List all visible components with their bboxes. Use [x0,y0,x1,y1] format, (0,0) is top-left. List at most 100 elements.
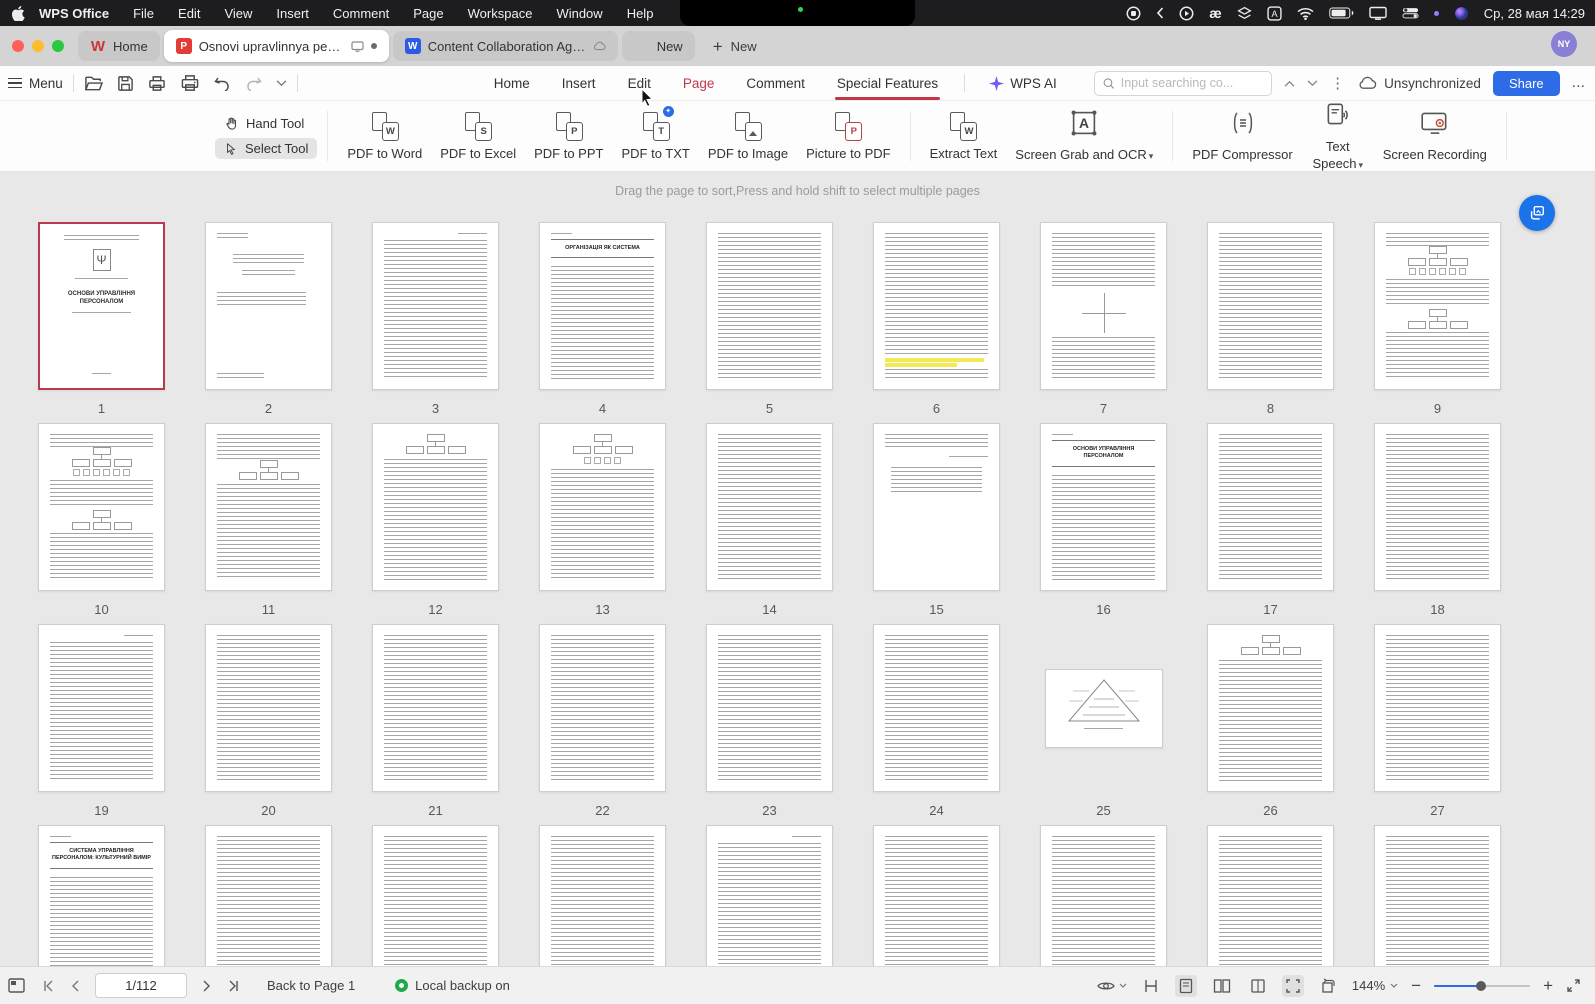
toolbar-tab-comment[interactable]: Comment [730,68,821,99]
page-thumbnail-27[interactable] [1374,624,1501,792]
document-tab-1[interactable]: P Osnovi upravlinnya perso [163,30,389,62]
menubar-item-wps-office[interactable]: WPS Office [39,6,109,21]
text-speech-button[interactable]: Text Speech ▾ [1302,100,1374,172]
menu-button[interactable]: Menu [8,76,63,91]
search-prev-icon[interactable] [1284,80,1295,87]
zoom-window-button[interactable] [52,40,64,52]
menubar-item-workspace[interactable]: Workspace [468,6,533,21]
save-icon[interactable] [117,75,134,92]
page-thumbnail-19[interactable] [38,624,165,792]
menubar-item-edit[interactable]: Edit [178,6,200,21]
menubar-item-page[interactable]: Page [413,6,443,21]
pdf-to-excel-button[interactable]: S PDF to Excel [431,110,525,162]
page-indicator-input[interactable] [95,973,187,998]
page-thumbnail-10[interactable] [38,423,165,591]
page-thumbnail-11[interactable] [205,423,332,591]
redo-icon[interactable] [245,76,262,91]
page-thumbnail[interactable]: СИСТЕМА УПРАВЛІННЯ ПЕРСОНАЛОМ: КУЛЬТУРНИ… [38,825,165,966]
sync-status[interactable]: Unsynchronized [1358,76,1481,91]
menubar-item-help[interactable]: Help [627,6,654,21]
print-preview-icon[interactable] [180,74,200,92]
page-thumbnail[interactable] [1207,825,1334,966]
toolbar-more-icon[interactable]: ... [1572,74,1585,92]
page-thumbnail-8[interactable] [1207,222,1334,390]
battery-icon[interactable] [1329,7,1354,19]
page-thumbnail-18[interactable] [1374,423,1501,591]
fit-page-icon[interactable] [1281,974,1304,997]
page-thumbnail-21[interactable] [372,624,499,792]
search-input[interactable] [1120,76,1264,90]
print-icon[interactable] [148,75,166,92]
page-thumbnail[interactable] [205,825,332,966]
menubar-item-comment[interactable]: Comment [333,6,389,21]
page-thumbnail-7[interactable] [1040,222,1167,390]
page-thumbnail-4[interactable]: ОРГАНІЗАЦІЯ ЯК СИСТЕМА [539,222,666,390]
screen-record-indicator-icon[interactable] [1126,6,1141,21]
page-thumbnail[interactable] [706,825,833,966]
page-thumbnail-15[interactable] [873,423,1000,591]
screen-recording-button[interactable]: Screen Recording [1374,108,1496,163]
page-thumbnail[interactable] [372,825,499,966]
zoom-level-dropdown[interactable]: 144% [1352,978,1398,993]
play-circle-icon[interactable] [1179,6,1194,21]
display-mirroring-icon[interactable] [1369,6,1387,20]
page-thumbnail-2[interactable] [205,222,332,390]
hand-tool-button[interactable]: Hand Tool [215,113,317,134]
search-next-icon[interactable] [1307,79,1318,87]
input-source-a-icon[interactable]: A [1267,5,1282,21]
page-thumbnail-16[interactable]: ОСНОВИ УПРАВЛІННЯ ПЕРСОНАЛОМ [1040,423,1167,591]
page-thumbnail-9[interactable] [1374,222,1501,390]
menubar-clock[interactable]: Ср, 28 мая 14:29 [1484,6,1585,21]
assistant-orb-icon[interactable] [1454,6,1469,21]
apple-menu-icon[interactable] [12,5,25,21]
page-thumbnail-22[interactable] [539,624,666,792]
document-tab-0[interactable]: W Home [78,31,160,61]
more-commands-icon[interactable] [276,79,287,87]
avatar[interactable]: NY [1551,31,1577,57]
page-thumbnail-24[interactable] [873,624,1000,792]
menubar-item-insert[interactable]: Insert [276,6,309,21]
open-file-icon[interactable] [84,75,103,92]
picture-to-pdf-button[interactable]: P Picture to PDF [797,110,900,162]
undo-icon[interactable] [214,76,231,91]
pdf-to-word-button[interactable]: W PDF to Word [338,110,431,162]
page-thumbnail-26[interactable] [1207,624,1334,792]
select-tool-button[interactable]: Select Tool [215,138,318,159]
wifi-icon[interactable] [1297,7,1314,20]
document-tab-2[interactable]: W Content Collaboration Agreem [392,31,618,61]
page-thumbnail[interactable] [873,825,1000,966]
close-window-button[interactable] [12,40,24,52]
menubar-item-window[interactable]: Window [556,6,602,21]
chevron-left-icon[interactable] [1156,7,1164,19]
extract-text-button[interactable]: W Extract Text [921,110,1007,162]
zoom-out-button[interactable]: − [1411,977,1421,994]
pdf-to-txt-button[interactable]: T ✦ PDF to TXT [612,105,698,162]
stack-icon[interactable] [1236,6,1252,21]
rotate-page-icon[interactable] [1317,975,1339,997]
zoom-in-button[interactable]: + [1543,977,1553,994]
toolbar-tab-special-features[interactable]: Special Features [821,68,954,100]
page-thumbnail-25[interactable] [1044,668,1163,748]
single-page-view-icon[interactable] [1174,974,1197,997]
toolbar-tab-home[interactable]: Home [478,68,546,99]
share-button[interactable]: Share [1492,70,1560,96]
page-thumbnail-12[interactable] [372,423,499,591]
split-view-icon[interactable] [1247,975,1269,997]
screen-grab-ocr-button[interactable]: A Screen Grab and OCR ▾ [1006,108,1162,163]
document-tab-3[interactable]: New [621,31,695,61]
ae-ligature-icon[interactable]: æ [1209,5,1221,21]
toolbar-tab-edit[interactable]: Edit [612,68,667,99]
pdf-to-image-button[interactable]: PDF to Image [699,110,797,162]
local-backup-status[interactable]: Local backup on [395,978,510,993]
next-page-button[interactable] [203,980,212,992]
page-thumbnail-1[interactable]: Ψ ОСНОВИ УПРАВЛІННЯ ПЕРСОНАЛОМ [38,222,165,390]
minimize-window-button[interactable] [32,40,44,52]
floating-convert-button[interactable] [1519,195,1555,231]
page-thumbnail-6[interactable] [873,222,1000,390]
search-box[interactable] [1094,70,1273,96]
status-dot-icon[interactable] [1433,10,1439,16]
menubar-item-file[interactable]: File [133,6,154,21]
page-thumbnail-13[interactable] [539,423,666,591]
two-page-view-icon[interactable] [1210,975,1234,997]
page-thumbnail[interactable] [1374,825,1501,966]
